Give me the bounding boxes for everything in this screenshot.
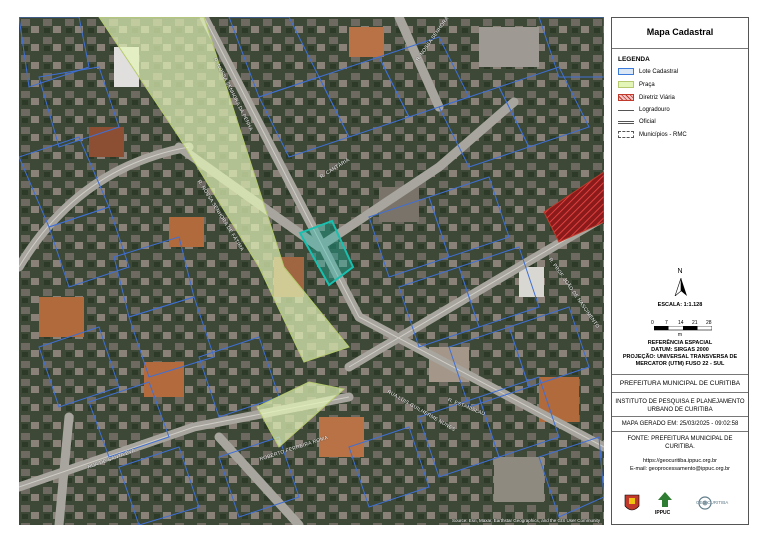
- curitiba-coat-of-arms-icon: [624, 494, 640, 511]
- legend-label: Lote Cadastral: [639, 68, 679, 75]
- reference-line: PROJEÇÃO: UNIVERSAL TRANSVERSA DE: [622, 354, 738, 360]
- source-line: FONTE: PREFEITURA MUNICIPAL DE: [627, 436, 733, 442]
- map-title: Mapa Cadastral: [646, 27, 714, 37]
- generated-date: MAPA GERADO EM: 25/03/2025 - 09:02:58: [621, 421, 739, 427]
- reference-line: MERCATOR (UTM) FUSO 22 - SUL: [635, 361, 725, 367]
- divider: [612, 392, 748, 393]
- source-line: CURITIBA.: [665, 444, 695, 450]
- spatial-reference: REFERÊNCIA ESPACIAL DATUM: SIRGAS 2000 P…: [612, 340, 748, 368]
- institute-line: INSTITUTO DE PESQUISA E PLANEJAMENTO: [615, 399, 745, 405]
- divider: [612, 48, 748, 49]
- divider: [612, 416, 748, 417]
- institute-line: URBANO DE CURITIBA: [647, 407, 713, 413]
- ippuc-logo-icon: [658, 492, 672, 507]
- legend-item-diretriz: Diretriz Viária: [618, 94, 675, 101]
- legend-label: Praça: [639, 81, 655, 88]
- diretriz-swatch: [618, 94, 634, 101]
- legend-item-oficial: Oficial: [618, 119, 656, 125]
- municipios-swatch: [618, 131, 634, 138]
- scale-text: ESCALA: 1:1.128: [657, 302, 703, 308]
- legend-item-praca: Praça: [618, 81, 655, 88]
- legend-label: Municípios - RMC: [639, 131, 687, 138]
- scale-unit: m: [677, 332, 683, 338]
- info-panel: Mapa Cadastral LEGENDA Lote Cadastral Pr…: [611, 17, 749, 525]
- north-arrow-icon: [674, 278, 687, 296]
- legend-label: Diretriz Viária: [639, 94, 675, 101]
- oficial-line: [618, 120, 634, 124]
- legend-item-lote: Lote Cadastral: [618, 68, 678, 75]
- institute-name: INSTITUTO DE PESQUISA E PLANEJAMENTO URB…: [612, 398, 748, 414]
- map-canvas[interactable]: [19, 17, 604, 525]
- email-link[interactable]: E-mail: geoprocessamento@ippuc.org.br: [612, 466, 748, 472]
- legend-item-logradouro: Logradouro: [618, 107, 670, 113]
- org-name: PREFEITURA MUNICIPAL DE CURITIBA: [619, 380, 741, 387]
- source-text: FONTE: PREFEITURA MUNICIPAL DE CURITIBA.: [612, 435, 748, 451]
- reference-line: REFERÊNCIA ESPACIAL: [647, 340, 713, 346]
- scale-bar-graphic: [654, 326, 712, 331]
- map-view[interactable]: R. NOSSA SENHORA DA PENHA R. NOSSA SENHO…: [19, 17, 604, 525]
- divider: [612, 431, 748, 432]
- legend-title: LEGENDA: [618, 56, 650, 63]
- reference-line: DATUM: SIRGAS 2000: [651, 347, 709, 353]
- geocuritiba-logo-text: GEO CURITIBA: [696, 500, 729, 505]
- praca-swatch: [618, 81, 634, 88]
- ippuc-logo-text: IPPUC: [655, 510, 671, 516]
- divider: [612, 374, 748, 375]
- legend-label: Oficial: [639, 119, 656, 125]
- legend-item-municipios: Municípios - RMC: [618, 131, 687, 138]
- legend-label: Logradouro: [639, 107, 670, 113]
- lote-swatch: [618, 68, 634, 75]
- north-label: N: [677, 268, 683, 275]
- map-attribution: Source: Esri, Maxar, Earthstar Geographi…: [451, 518, 600, 523]
- logradouro-line: [618, 109, 634, 111]
- website-link[interactable]: https://geocuritiba.ippuc.org.br: [612, 458, 748, 464]
